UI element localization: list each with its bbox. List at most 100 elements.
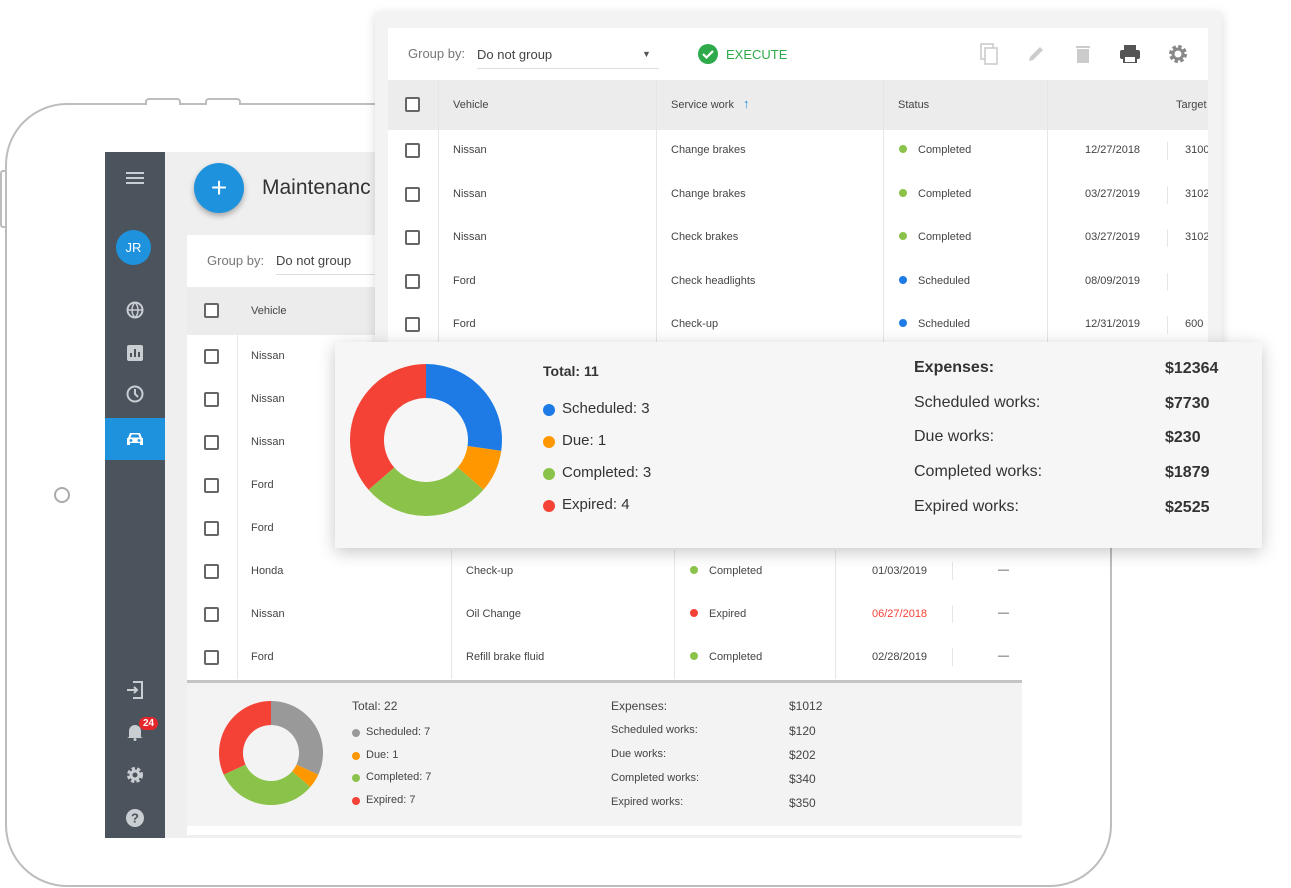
row-checkbox[interactable]	[204, 392, 219, 407]
row-checkbox[interactable]	[204, 349, 219, 364]
table-row[interactable]: Ford Refill brake fluid Completed 02/28/201…	[187, 636, 1022, 679]
divider	[656, 254, 657, 348]
legend-item: Due: 1	[366, 748, 399, 761]
divider	[1167, 272, 1168, 291]
vehicle-cell: Nissan	[453, 187, 487, 200]
stats-donut-chart	[350, 364, 502, 516]
status-dot	[899, 145, 907, 153]
legend-dot	[352, 774, 360, 782]
legend-dot	[543, 468, 555, 480]
sidebar: JR 24 ?	[105, 152, 165, 838]
sort-ascending-icon[interactable]: ↑	[743, 96, 750, 111]
status-dot	[899, 188, 907, 197]
expense-label: Expenses:	[611, 699, 668, 713]
row-checkbox[interactable]	[405, 186, 420, 202]
settings-icon[interactable]	[1167, 42, 1189, 66]
vehicle-cell: Nissan	[453, 231, 487, 243]
group-by-select[interactable]: Do not group	[477, 47, 659, 69]
date-cell: 12/27/2018	[1085, 144, 1141, 156]
divider	[1167, 142, 1168, 160]
back-total: Total: 22	[352, 699, 398, 713]
date-cell: 01/03/2019	[872, 565, 928, 577]
row-checkbox[interactable]	[204, 435, 219, 450]
legend-item: Expired: 7	[366, 793, 416, 806]
target-cell: 3100	[1185, 144, 1208, 156]
help-icon[interactable]: ?	[105, 797, 165, 838]
column-vehicle[interactable]: Vehicle	[453, 99, 488, 111]
table-row[interactable]: Nissan Oil Change Expired 06/27/2018 —	[187, 593, 1022, 636]
service-cell: Refill brake fluid	[466, 651, 545, 663]
expense-label: Due works:	[611, 748, 667, 760]
date-cell: 03/27/2019	[1085, 187, 1141, 200]
avatar[interactable]: JR	[116, 230, 151, 265]
row-checkbox[interactable]	[405, 143, 420, 158]
service-cell: Change brakes	[671, 187, 746, 200]
select-all-checkbox[interactable]	[204, 303, 219, 318]
expense-label: Due works:	[914, 428, 995, 445]
vehicle-cell: Nissan	[251, 393, 285, 405]
donut-slice	[426, 364, 502, 451]
status-dot	[899, 275, 907, 284]
home-button	[54, 487, 70, 503]
row-checkbox[interactable]	[204, 478, 219, 493]
execute-button[interactable]: EXECUTE	[698, 44, 787, 64]
back-summary-panel: Total: 22 Scheduled: 7 Due: 1 Completed: 7…	[187, 680, 1022, 826]
menu-icon[interactable]	[105, 157, 165, 199]
bell-icon[interactable]	[105, 711, 165, 753]
row-checkbox[interactable]	[204, 607, 219, 622]
expense-value: $230	[1165, 429, 1201, 446]
group-by-label: Group by:	[408, 46, 466, 61]
legend-dot	[352, 729, 360, 737]
expense-value: $340	[789, 772, 816, 786]
print-icon[interactable]	[1119, 42, 1141, 66]
divider	[835, 593, 836, 636]
divider	[674, 593, 675, 636]
table-row[interactable]: Nissan Change brakes Completed 12/27/2018 31…	[388, 80, 1208, 174]
globe-icon[interactable]	[105, 289, 165, 331]
column-status[interactable]: Status	[898, 99, 929, 111]
divider	[835, 550, 836, 593]
legend-dot	[543, 404, 555, 416]
logout-icon[interactable]	[105, 669, 165, 711]
donut-slice	[271, 701, 323, 775]
row-checkbox[interactable]	[405, 317, 420, 332]
dropdown-arrow-icon[interactable]: ▼	[642, 49, 651, 59]
gear-icon[interactable]	[105, 754, 165, 796]
select-all-checkbox[interactable]	[405, 97, 420, 112]
bar-chart-icon[interactable]	[105, 332, 165, 374]
add-button[interactable]: +	[194, 163, 244, 213]
row-checkbox[interactable]	[204, 650, 219, 665]
copy-icon[interactable]	[978, 42, 1000, 66]
status-cell: Scheduled	[918, 274, 970, 287]
edit-icon[interactable]	[1025, 42, 1047, 66]
vehicle-cell: Ford	[251, 522, 274, 534]
target-cell: —	[998, 650, 1009, 662]
divider	[237, 464, 238, 507]
service-cell: Check brakes	[671, 231, 739, 243]
column-service-work[interactable]: Service work	[671, 99, 734, 111]
divider	[1167, 229, 1168, 247]
status-cell: Completed	[709, 651, 763, 663]
service-cell: Oil Change	[466, 608, 522, 620]
column-target[interactable]: Target	[1176, 99, 1207, 111]
status-dot	[690, 652, 698, 660]
table-row[interactable]: Nissan Check brakes Completed 03/27/2019 310…	[388, 167, 1208, 261]
row-checkbox[interactable]	[405, 230, 420, 245]
table-row[interactable]: Nissan Change brakes Completed 03/27/2019 31…	[388, 123, 1208, 218]
service-cell: Check-up	[466, 565, 514, 577]
car-icon[interactable]	[105, 418, 165, 460]
row-checkbox[interactable]	[405, 273, 420, 289]
divider	[883, 254, 884, 348]
expense-value: $202	[789, 748, 816, 762]
clock-icon[interactable]	[105, 373, 165, 415]
row-checkbox[interactable]	[204, 564, 219, 579]
table-row[interactable]: Honda Check-up Completed 01/03/2019 —	[187, 550, 1022, 593]
divider	[237, 636, 238, 679]
divider	[237, 593, 238, 636]
vehicle-cell: Ford	[453, 318, 476, 330]
table-row[interactable]: Ford Check headlights Scheduled 08/09/2019	[388, 210, 1208, 305]
legend-dot	[352, 796, 360, 805]
status-cell: Completed	[709, 565, 763, 577]
delete-icon[interactable]	[1072, 42, 1094, 66]
row-checkbox[interactable]	[204, 521, 219, 536]
